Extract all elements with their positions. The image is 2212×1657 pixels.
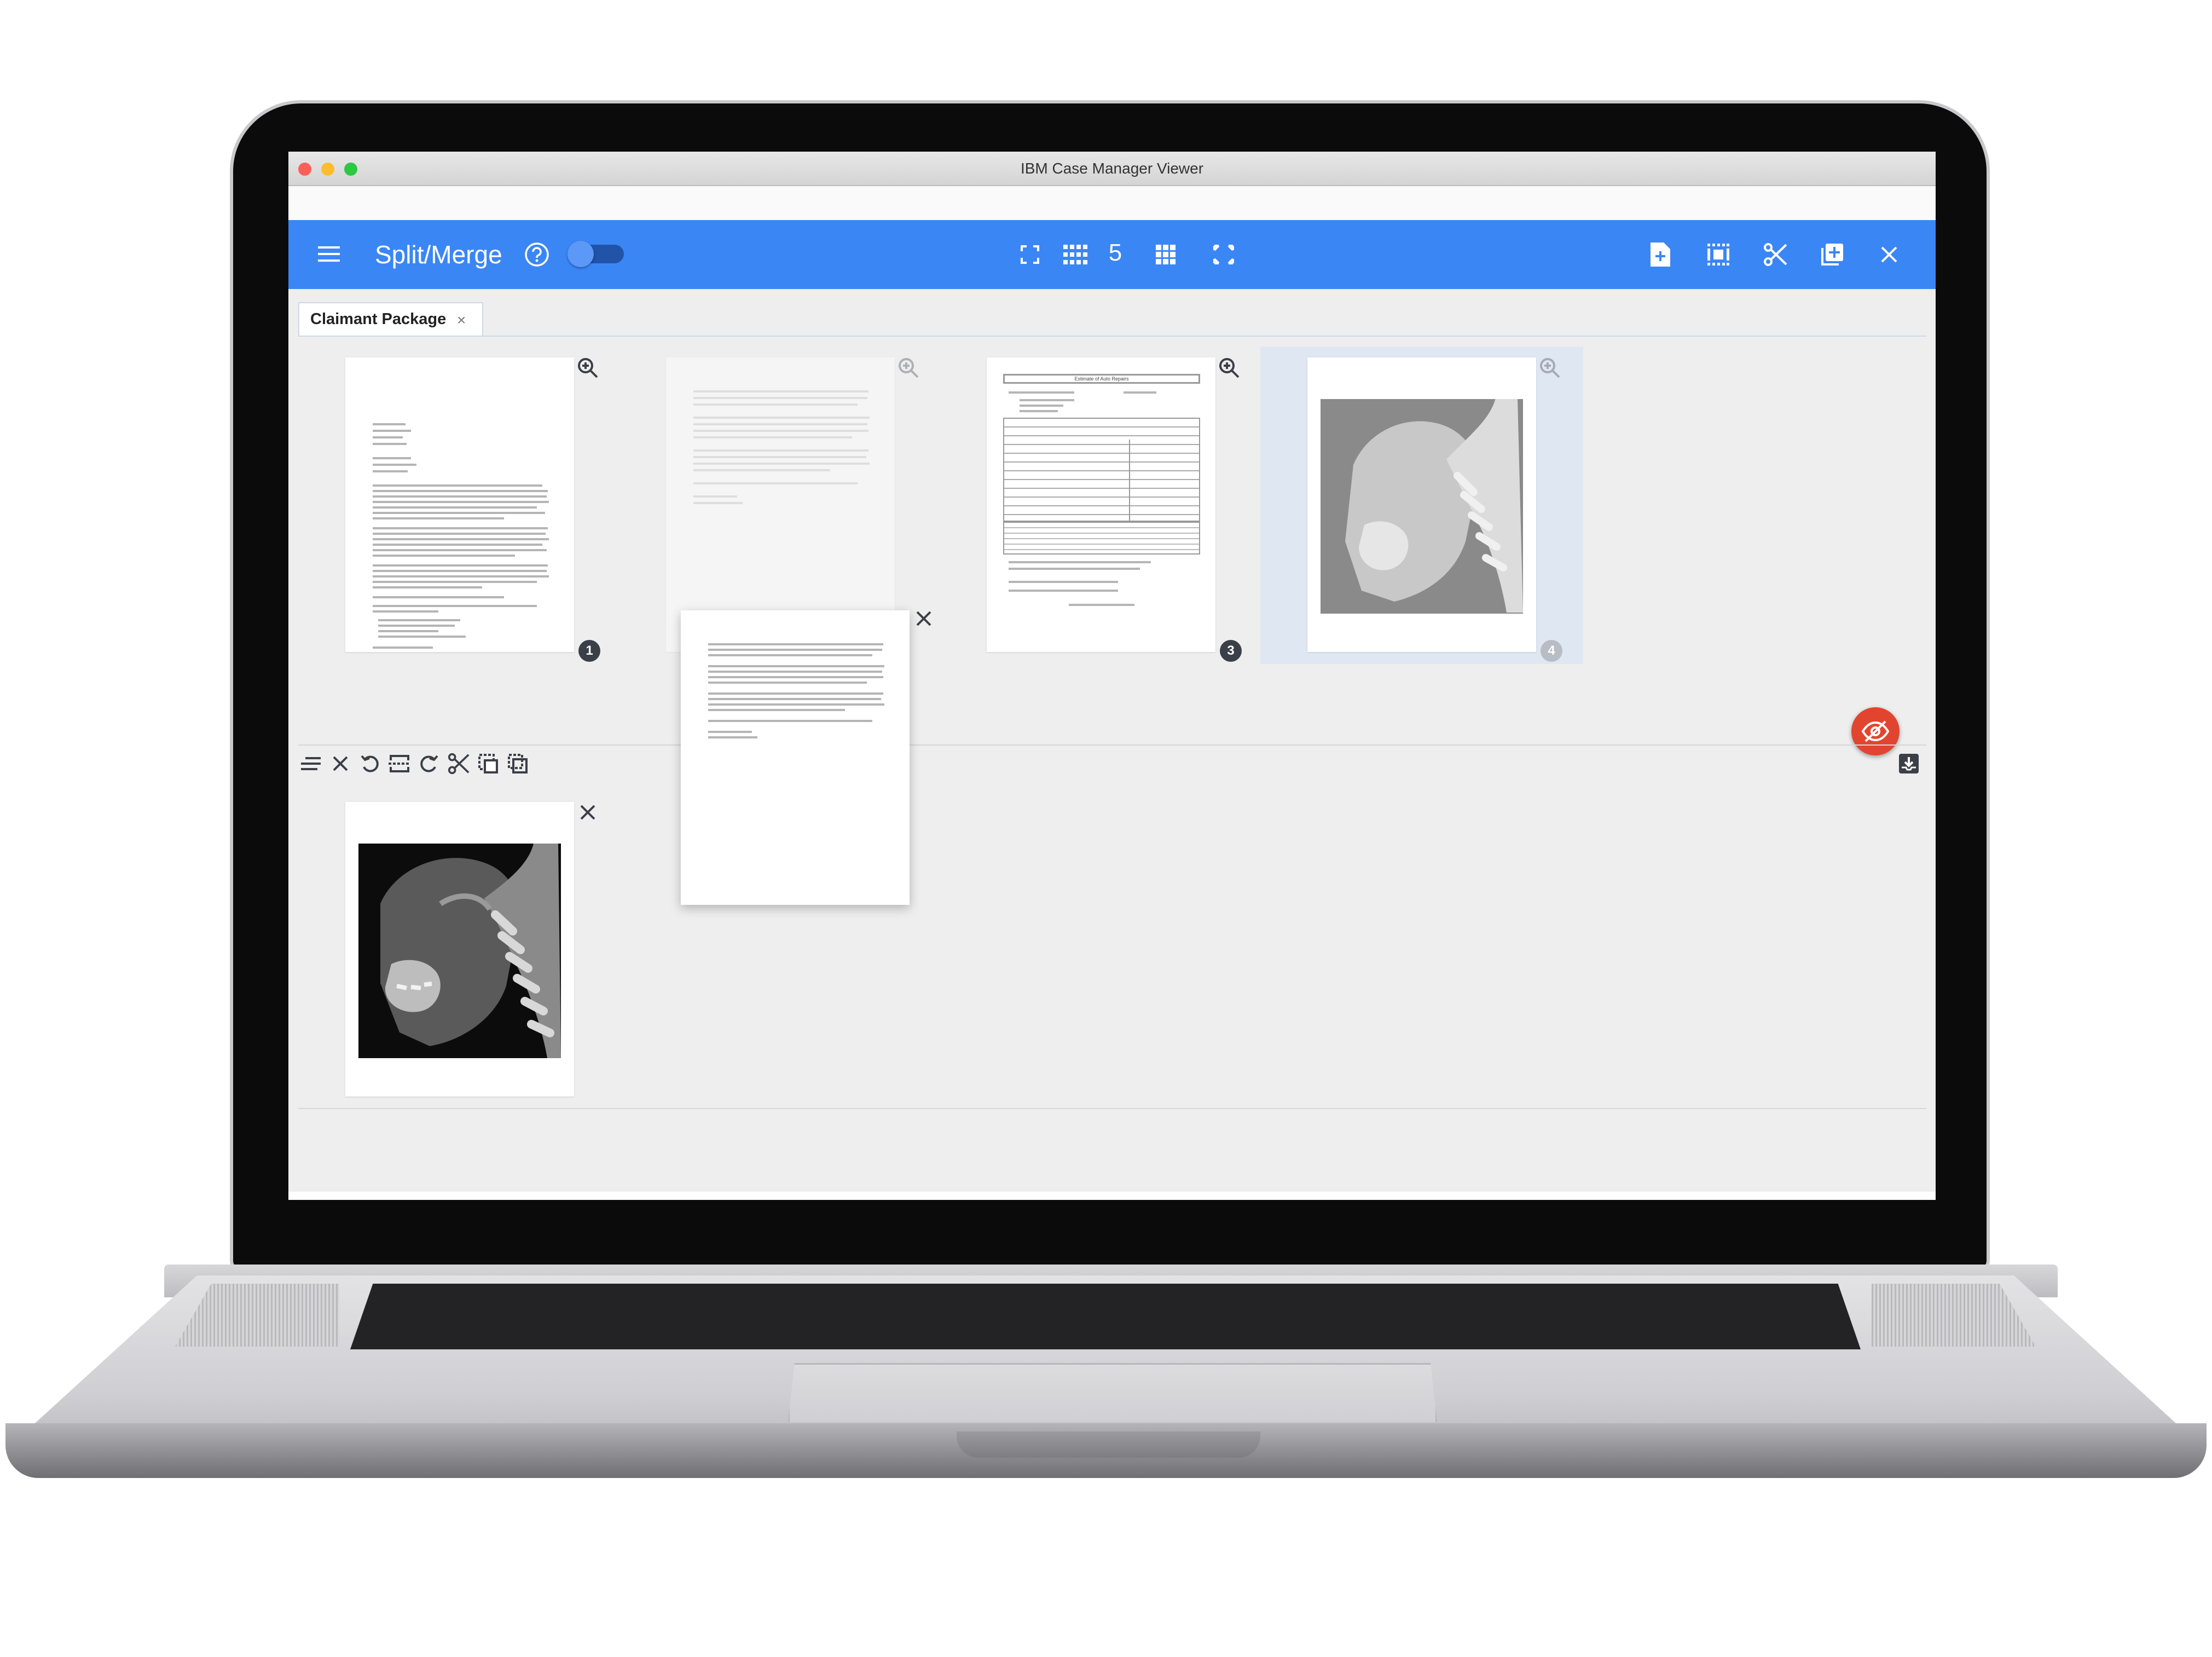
new-document-icon[interactable] [1647, 241, 1674, 268]
tab-underline [298, 336, 1926, 337]
grid-large-icon[interactable] [1061, 241, 1090, 268]
select-area-icon[interactable] [476, 751, 501, 776]
page-number-badge: 4 [1541, 640, 1562, 662]
crop-icon[interactable] [505, 751, 530, 776]
form-title: Estimate of Auto Repairs [1003, 374, 1200, 384]
page-number-badge: 3 [1220, 640, 1242, 662]
window-title: IBM Case Manager Viewer [1020, 160, 1204, 177]
page-thumbnail-4[interactable] [1307, 357, 1536, 652]
remove-page-icon[interactable] [911, 606, 936, 631]
delete-icon[interactable] [328, 751, 353, 776]
view-toggle-knob[interactable] [568, 241, 594, 267]
page-thumbnail-2-placeholder[interactable] [666, 357, 895, 652]
scissors-icon[interactable] [1762, 241, 1789, 268]
flip-icon[interactable] [387, 751, 412, 776]
xray-image-faded [1321, 399, 1523, 614]
page-count: 5 [1108, 239, 1122, 266]
address-strip [288, 186, 1936, 220]
zoom-in-icon[interactable] [1537, 355, 1562, 380]
page-number-badge: 1 [578, 640, 600, 662]
grid-small-icon[interactable] [1152, 241, 1179, 268]
tab-label: Claimant Package [310, 310, 447, 328]
help-icon[interactable] [523, 241, 551, 268]
download-tray-icon[interactable] [1896, 751, 1921, 776]
close-icon[interactable] [1875, 241, 1903, 268]
dragged-page-thumbnail[interactable] [681, 610, 910, 905]
xray-image [358, 844, 561, 1058]
tab-close-icon[interactable]: × [457, 311, 466, 329]
select-area-icon[interactable] [1705, 241, 1732, 268]
lid-notch [957, 1431, 1260, 1458]
menu-icon[interactable] [316, 242, 342, 266]
zoom-in-icon[interactable] [1217, 355, 1242, 380]
fullscreen-icon[interactable] [1016, 241, 1044, 268]
rotate-right-icon[interactable] [416, 751, 442, 776]
remove-page-icon[interactable] [575, 800, 600, 825]
hide-visibility-button[interactable] [1851, 707, 1900, 755]
fit-page-icon[interactable] [1210, 241, 1237, 268]
properties-icon[interactable] [298, 751, 323, 776]
zoom-in-icon[interactable] [896, 355, 921, 380]
keyboard [350, 1284, 1861, 1349]
document-thumbnail-xray[interactable] [345, 802, 574, 1096]
app-screen: IBM Case Manager Viewer Split/Merge 5 Cl… [288, 152, 1936, 1200]
page-thumbnail-1[interactable] [345, 357, 574, 652]
app-title: Split/Merge [375, 240, 502, 269]
add-document-icon[interactable] [1819, 241, 1846, 268]
rotate-left-icon[interactable] [357, 751, 383, 776]
zoom-in-icon[interactable] [575, 355, 600, 380]
trackpad [788, 1363, 1437, 1422]
section-divider [298, 744, 1926, 746]
page-thumbnail-3[interactable]: Estimate of Auto Repairs [987, 357, 1215, 652]
screen-bottom-edge [288, 1192, 1936, 1200]
scissors-icon[interactable] [446, 751, 471, 776]
section-divider [298, 1108, 1926, 1109]
